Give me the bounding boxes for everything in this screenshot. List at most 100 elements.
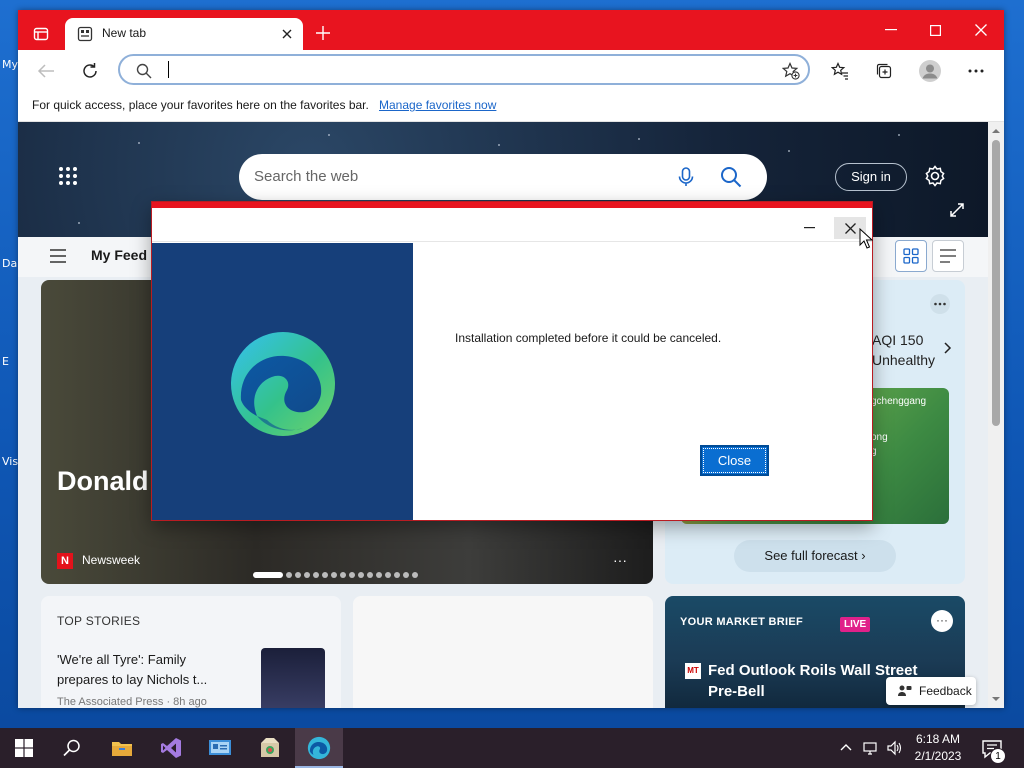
more-horizontal-icon	[968, 69, 984, 73]
favorites-button[interactable]	[826, 57, 854, 85]
network-icon[interactable]	[862, 740, 878, 756]
sign-in-button[interactable]: Sign in	[835, 163, 907, 191]
dialog-message: Installation completed before it could b…	[455, 331, 722, 345]
apps-launcher-button[interactable]	[58, 166, 82, 190]
desktop-icon-label[interactable]: Vis	[2, 455, 18, 468]
edge-logo-icon	[231, 332, 335, 436]
settings-more-button[interactable]	[962, 57, 990, 85]
gear-icon[interactable]	[924, 165, 946, 187]
desktop-icon-label[interactable]: My	[2, 58, 18, 71]
feedback-label: Feedback	[919, 684, 972, 698]
taskbar-installer[interactable]	[246, 728, 294, 768]
tab-title: New tab	[102, 26, 147, 40]
folder-icon	[112, 742, 132, 756]
hamburger-menu-icon[interactable]	[50, 249, 66, 263]
taskbar-edge[interactable]	[295, 728, 343, 768]
air-quality-indicator: AQI 150 Unhealthy	[872, 330, 935, 370]
search-icon	[136, 63, 152, 79]
dialog-minimize-button[interactable]	[796, 218, 822, 238]
new-tab-button[interactable]	[312, 22, 334, 44]
carousel-indicators[interactable]	[253, 572, 418, 578]
taskbar-control-panel[interactable]	[196, 728, 244, 768]
microphone-icon[interactable]	[675, 166, 697, 188]
browser-toolbar	[18, 50, 1004, 90]
chevron-up-icon[interactable]	[838, 740, 854, 756]
back-button[interactable]	[32, 57, 60, 85]
card-more-options-button[interactable]: ···	[931, 610, 953, 632]
web-search-placeholder: Search the web	[254, 168, 359, 185]
tab-close-button[interactable]	[277, 24, 297, 44]
volume-icon[interactable]	[886, 740, 902, 756]
card-more-options-button[interactable]: ···	[613, 552, 627, 568]
tab-actions-menu-button[interactable]	[28, 21, 54, 47]
dialog-close-button[interactable]: Close	[700, 445, 769, 476]
more-horizontal-icon[interactable]	[930, 294, 950, 314]
arrow-left-icon	[37, 64, 54, 78]
minimize-icon	[803, 227, 815, 229]
profile-button[interactable]	[916, 57, 944, 85]
page-scrollbar[interactable]	[988, 122, 1004, 708]
search-icon[interactable]	[720, 166, 742, 188]
scrollbar-thumb[interactable]	[992, 140, 1000, 426]
my-feed-tab[interactable]: My Feed	[91, 247, 147, 263]
collections-button[interactable]	[870, 57, 898, 85]
expand-icon[interactable]	[949, 202, 965, 218]
address-input[interactable]	[166, 61, 766, 79]
feedback-button[interactable]: Feedback	[886, 677, 976, 705]
mouse-cursor-icon	[859, 228, 873, 249]
close-icon	[975, 24, 987, 36]
favorites-bar: For quick access, place your favorites h…	[18, 90, 1004, 122]
taskbar-visual-studio[interactable]	[147, 728, 195, 768]
list-layout-button[interactable]	[932, 240, 964, 272]
scroll-down-arrow-icon[interactable]	[991, 694, 1001, 704]
top-stories-card[interactable]: TOP STORIES 'We're all Tyre': Family pre…	[41, 596, 341, 708]
desktop-icon-label[interactable]: Da	[2, 257, 17, 270]
scroll-up-arrow-icon[interactable]	[991, 126, 1001, 136]
live-badge: LIVE	[840, 617, 871, 632]
taskbar-file-explorer[interactable]	[98, 728, 146, 768]
newsweek-logo: N	[57, 553, 73, 569]
system-clock[interactable]: 6:18 AM 2/1/2023	[906, 731, 970, 765]
control-panel-icon	[209, 740, 231, 755]
windows-logo-icon	[15, 739, 33, 757]
tab-new-tab[interactable]: New tab	[65, 18, 303, 50]
avatar-icon	[919, 60, 941, 82]
refresh-icon	[83, 63, 97, 78]
manage-favorites-link[interactable]: Manage favorites now	[379, 98, 496, 112]
desktop-icon-label[interactable]: E	[2, 355, 9, 368]
maximize-window-button[interactable]	[920, 18, 950, 42]
add-favorite-icon[interactable]	[782, 62, 800, 80]
source-logo: MT	[685, 663, 701, 679]
collections-icon	[876, 63, 892, 79]
new-tab-favicon-icon	[77, 26, 93, 42]
tab-actions-icon	[33, 27, 49, 41]
notification-count-badge: 1	[990, 748, 1006, 764]
refresh-button[interactable]	[76, 57, 104, 85]
story-thumbnail[interactable]	[261, 648, 325, 708]
installer-package-icon	[261, 738, 279, 757]
top-stories-heading[interactable]: TOP STORIES	[57, 614, 140, 628]
aqi-value: AQI 150	[872, 332, 924, 348]
web-search-box[interactable]: Search the web	[239, 154, 767, 200]
grid-layout-button[interactable]	[895, 240, 927, 272]
apps-grid-icon	[59, 167, 77, 185]
favorites-bar-hint: For quick access, place your favorites h…	[32, 98, 369, 112]
search-icon	[63, 739, 80, 757]
market-brief-heading: YOUR MARKET BRIEF	[680, 616, 804, 628]
address-bar[interactable]	[118, 54, 810, 85]
browser-titlebar: New tab	[18, 10, 1004, 50]
start-button[interactable]	[0, 728, 48, 768]
taskbar-search-button[interactable]	[48, 728, 96, 768]
maximize-icon	[929, 24, 941, 36]
story-title[interactable]: 'We're all Tyre': Family prepares to lay…	[57, 650, 237, 690]
close-icon	[282, 29, 292, 39]
minimize-window-button[interactable]	[876, 18, 906, 42]
close-window-button[interactable]	[966, 18, 996, 42]
map-label: gchenggang	[871, 396, 927, 407]
story-source: The Associated Press · 8h ago	[57, 696, 207, 708]
see-full-forecast-button[interactable]: See full forecast ›	[734, 540, 896, 572]
loading-card	[353, 596, 653, 708]
dialog-brand-panel	[152, 243, 413, 520]
chevron-right-icon[interactable]	[941, 342, 953, 354]
dialog-titlebar[interactable]	[152, 208, 872, 242]
